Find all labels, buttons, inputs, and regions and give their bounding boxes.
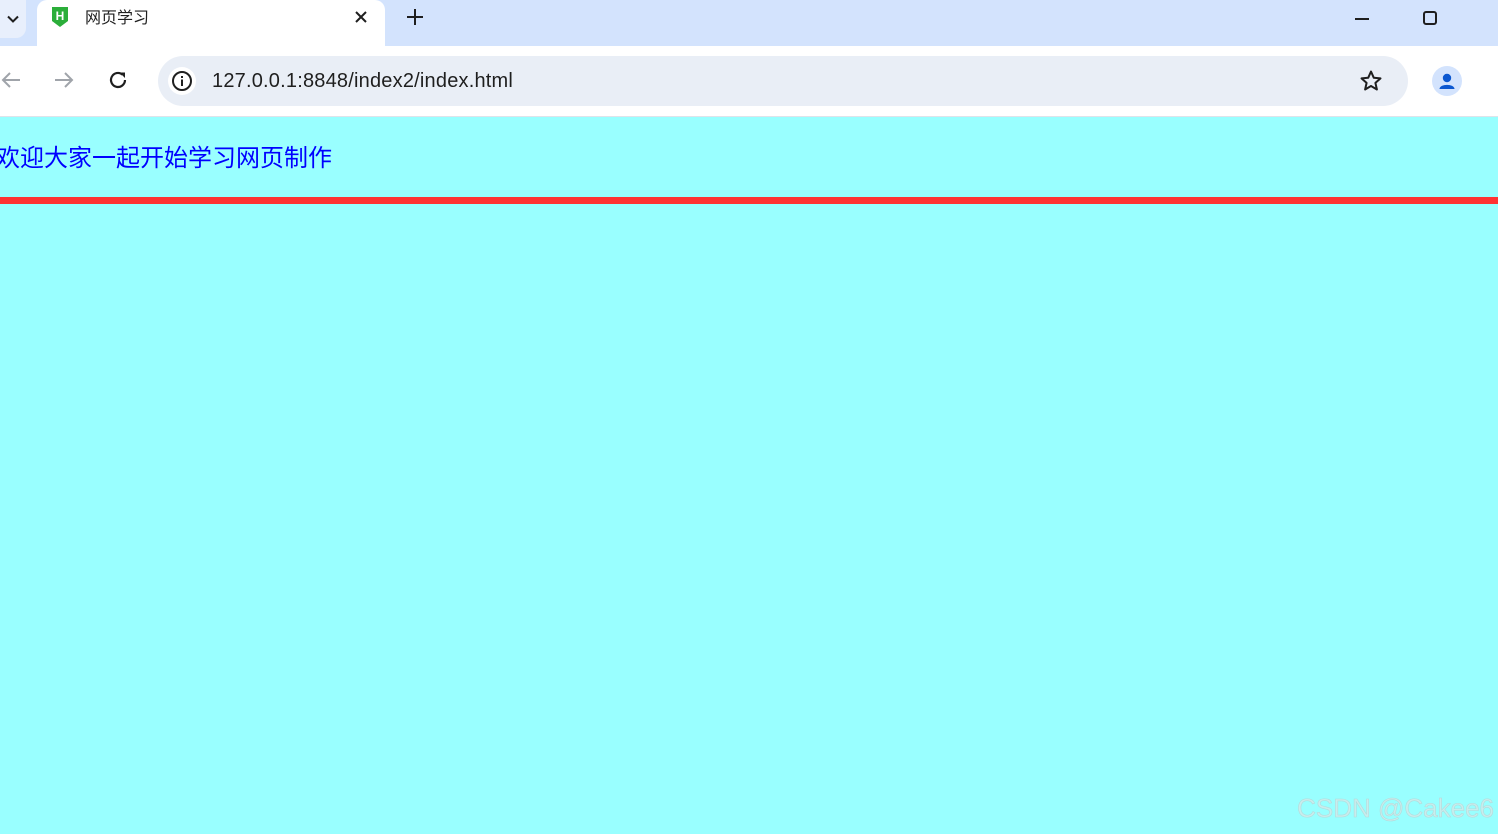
minimize-icon (1355, 18, 1369, 20)
maximize-button[interactable] (1407, 0, 1453, 36)
info-icon (172, 71, 192, 91)
tab-search-button[interactable] (0, 0, 26, 38)
star-icon (1360, 70, 1382, 91)
horizontal-rule (0, 197, 1498, 204)
tab-title: 网页学习 (85, 8, 150, 27)
url-text[interactable]: 127.0.0.1:8848/index2/index.html (212, 69, 513, 93)
tab-active[interactable]: H 网页学习 (37, 0, 385, 46)
browser-toolbar: 127.0.0.1:8848/index2/index.html (0, 46, 1498, 117)
minimize-button[interactable] (1339, 0, 1385, 36)
close-icon (355, 11, 367, 23)
maximize-icon (1423, 11, 1437, 25)
tab-close-button[interactable] (351, 7, 371, 27)
bookmark-button[interactable] (1358, 68, 1384, 94)
chevron-down-icon (7, 15, 19, 23)
reload-button[interactable] (104, 66, 132, 94)
forward-button[interactable] (50, 66, 78, 94)
arrow-right-icon (55, 72, 74, 88)
person-icon (1439, 73, 1455, 89)
welcome-heading: 欢迎大家一起开始学习网页制作 (0, 144, 332, 172)
watermark: CSDN @Cakee6 (1297, 793, 1495, 824)
hbuilder-h-icon: H (52, 7, 68, 27)
plus-icon (407, 9, 423, 25)
favicon-letter: H (56, 9, 65, 23)
new-tab-button[interactable] (404, 6, 426, 28)
address-bar[interactable]: 127.0.0.1:8848/index2/index.html (158, 56, 1408, 106)
site-info-button[interactable] (168, 67, 196, 95)
arrow-left-icon (1, 72, 20, 88)
browser-window: H 网页学习 127.0.0.1:8848/index2/index.html … (0, 0, 1498, 834)
page-content: 欢迎大家一起开始学习网页制作 CSDN @Cakee6 (0, 117, 1498, 834)
back-button[interactable] (0, 66, 25, 94)
tab-strip: H 网页学习 (0, 0, 1498, 46)
profile-button[interactable] (1432, 66, 1462, 96)
reload-icon (109, 71, 127, 89)
close-window-button[interactable] (1475, 0, 1498, 36)
